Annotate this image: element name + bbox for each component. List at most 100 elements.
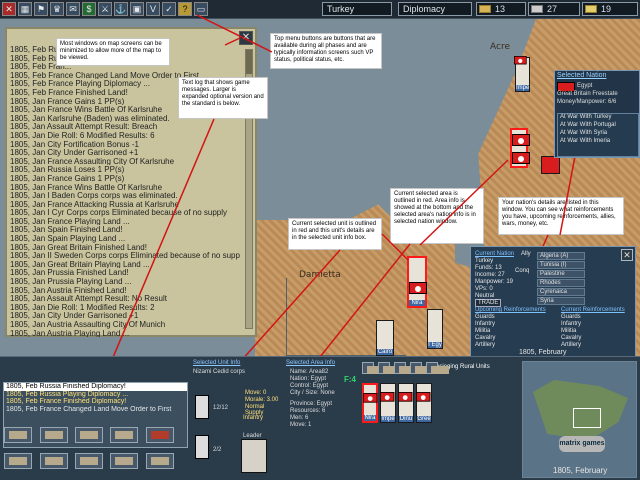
conquest-item[interactable]: Palestine bbox=[537, 270, 585, 278]
help-icon[interactable]: ? bbox=[178, 2, 192, 16]
area-unit[interactable]: Gree bbox=[416, 383, 432, 423]
formation-counter: F:4 bbox=[344, 375, 356, 384]
action-button[interactable] bbox=[4, 427, 32, 443]
log-line: 1805, Jan Austria Assaulting City Of Mun… bbox=[10, 320, 166, 329]
log-line: 1805, Jan I Cyr Corps corps Eliminated b… bbox=[10, 208, 228, 217]
vps: VPs: 0 bbox=[475, 286, 493, 292]
area-unit[interactable]: Impe bbox=[380, 383, 396, 423]
conquer-icon[interactable] bbox=[541, 156, 560, 174]
selected-unit-on-map[interactable]: Nira bbox=[407, 256, 427, 308]
map-unit[interactable]: Impe bbox=[514, 56, 530, 92]
selected-area-stack[interactable] bbox=[510, 128, 530, 168]
unit-label: Cairo bbox=[377, 349, 393, 355]
ally-item[interactable]: Tunisia (I) bbox=[537, 261, 585, 269]
type-artillery: Artillery bbox=[475, 342, 496, 348]
log-line: 1805, Jan City Fortification Bonus -1 bbox=[10, 139, 139, 149]
status-icon[interactable]: ⚑ bbox=[34, 2, 48, 16]
trade-button[interactable]: TRADE bbox=[475, 299, 502, 307]
callout-unit: Current selected unit is outlined in red… bbox=[288, 218, 382, 250]
filter-button[interactable] bbox=[378, 362, 401, 374]
close-icon[interactable]: ✕ bbox=[239, 31, 253, 45]
callout-area: Current selected area is outlined in red… bbox=[390, 188, 484, 244]
type-guards: Guards bbox=[475, 314, 495, 320]
victory-icon[interactable]: V bbox=[146, 2, 160, 16]
unit-info-title: Selected Unit Info bbox=[193, 360, 241, 366]
economy-icon[interactable]: $ bbox=[82, 2, 96, 16]
minimap-viewport[interactable] bbox=[573, 408, 601, 428]
type-infantry: Infantry bbox=[561, 321, 582, 327]
ottoman-flag bbox=[512, 152, 530, 164]
area-unit[interactable]: Nira bbox=[362, 383, 378, 423]
action-button[interactable] bbox=[75, 453, 103, 469]
area-men: Men: 6 bbox=[290, 415, 309, 421]
message-item[interactable]: 1805, Feb Russia Playing Diplomacy ... bbox=[4, 391, 187, 399]
ally-item[interactable]: Algeria (A) bbox=[537, 252, 585, 260]
politics-icon[interactable]: ♛ bbox=[50, 2, 64, 16]
info-icon[interactable]: ✓ bbox=[162, 2, 176, 16]
war-list[interactable]: At War With Turkey At War With Portugal … bbox=[557, 113, 639, 157]
log-line: 1805, Jan Spain Playing Land ... bbox=[10, 234, 126, 243]
map-unit[interactable]: I Egy bbox=[427, 309, 443, 349]
filter-button[interactable] bbox=[362, 362, 385, 374]
action-button[interactable] bbox=[4, 453, 32, 469]
navy-icon[interactable]: ⚓ bbox=[114, 2, 128, 16]
ottoman-flag bbox=[380, 392, 395, 402]
unit-label: Impe bbox=[381, 416, 395, 422]
leader-portrait[interactable] bbox=[241, 439, 267, 473]
filter-button[interactable] bbox=[394, 362, 417, 374]
current-nation-label: Current Nation bbox=[475, 251, 515, 257]
log-line: 1805, Jan Great Britain Playing Land ... bbox=[10, 259, 150, 269]
diplomacy-icon[interactable]: ✉ bbox=[66, 2, 80, 16]
minimap[interactable]: matrix games 1805, February bbox=[522, 361, 637, 478]
map-icon[interactable]: ▣ bbox=[130, 2, 144, 16]
scroll-thumb[interactable] bbox=[246, 50, 252, 74]
current-nation-field: Turkey bbox=[322, 2, 392, 16]
selected-nation-panel: Selected Nation Egypt Great Britain Free… bbox=[554, 70, 640, 158]
unit-label: Nira bbox=[364, 415, 376, 421]
army-icon[interactable]: ⚔ bbox=[98, 2, 112, 16]
unit-label: Impe bbox=[516, 85, 530, 91]
map-unit[interactable]: Cairo bbox=[376, 320, 394, 356]
unit-label: Dinu bbox=[399, 416, 413, 422]
message-item[interactable]: 1805, Feb Russia Finished Diplomacy! bbox=[4, 383, 187, 391]
ottoman-flag bbox=[363, 393, 378, 403]
action-button[interactable] bbox=[110, 427, 138, 443]
action-button[interactable] bbox=[40, 453, 68, 469]
top-menu-bar: ✕ ▦ ⚑ ♛ ✉ $ ⚔ ⚓ ▣ V ✓ ? ▭ Turkey Diploma… bbox=[0, 0, 640, 19]
unit-label: Nira bbox=[409, 300, 425, 306]
log-line: 1805, Jan City Under Garrisoned +1 bbox=[10, 148, 139, 157]
unit-name: Nizami Cedid corps bbox=[193, 369, 246, 375]
filter-button[interactable] bbox=[426, 362, 449, 374]
message-item[interactable]: 1805, Feb France Finished Diplomacy! bbox=[4, 398, 187, 406]
area-unit[interactable]: Dinu bbox=[398, 383, 414, 423]
action-button[interactable] bbox=[75, 427, 103, 443]
nation-title: Selected Nation bbox=[557, 72, 607, 79]
map-town-damietta: Damietta bbox=[299, 270, 341, 280]
log-line: 1805, Jan I Baden Corps corps was elimin… bbox=[10, 191, 178, 200]
type-militia: Militia bbox=[561, 328, 577, 334]
log-line: 1805, Jan Die Roll: 6 Modified Results: … bbox=[10, 130, 155, 140]
minimize-icon[interactable]: ▭ bbox=[194, 2, 208, 16]
action-button[interactable] bbox=[146, 427, 174, 443]
conquest-item[interactable]: Rhodes bbox=[537, 279, 585, 287]
manpower-icon bbox=[531, 5, 543, 13]
log-line: 1805, Jan France Wins Battle Of Karlsruh… bbox=[10, 182, 163, 192]
exit-icon[interactable]: ✕ bbox=[2, 2, 16, 16]
menu-icon[interactable]: ▦ bbox=[18, 2, 32, 16]
close-icon[interactable]: ✕ bbox=[621, 249, 633, 261]
filter-button[interactable] bbox=[410, 362, 433, 374]
action-button[interactable] bbox=[40, 427, 68, 443]
action-button[interactable] bbox=[110, 453, 138, 469]
neutral-item[interactable]: Cyrenaica bbox=[537, 288, 585, 296]
income: Income: 27 bbox=[475, 272, 505, 278]
ottoman-flag bbox=[512, 134, 530, 146]
area-move: Move: 1 bbox=[290, 422, 312, 428]
log-line: 1805, Jan France Gains 1 PP(s) bbox=[10, 173, 125, 183]
matrix-games-logo: matrix games bbox=[559, 436, 605, 452]
ottoman-flag bbox=[416, 392, 431, 402]
manpower-display: 27 bbox=[528, 2, 580, 16]
ottoman-flag bbox=[398, 392, 413, 402]
neutral-item[interactable]: Syria bbox=[537, 297, 585, 305]
message-item[interactable]: 1805, Feb France Changed Land Move Order… bbox=[4, 406, 187, 414]
next-turn-button[interactable] bbox=[146, 453, 174, 469]
